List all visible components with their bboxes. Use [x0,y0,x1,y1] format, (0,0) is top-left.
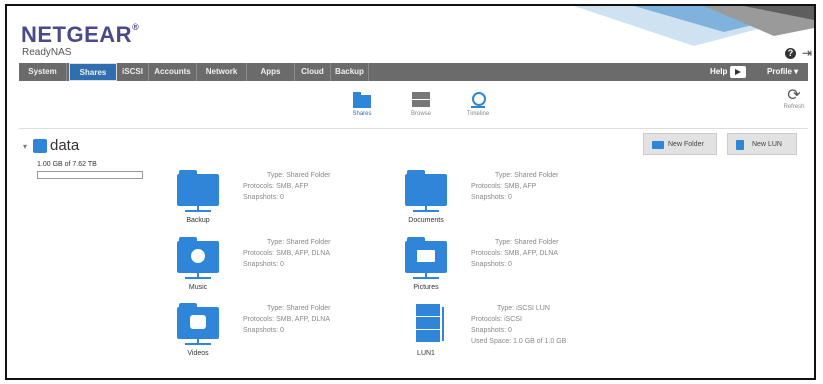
lun-icon [736,140,744,150]
profile-menu[interactable]: Profile ▾ [767,63,798,81]
subnav-label: Browse [410,111,431,117]
netgear-logo: NETGEAR® [21,22,140,47]
app-window: NETGEAR® ReadyNAS ? ⇥ System Shares iSCS… [5,4,816,380]
share-type: Type: Shared Folder [495,172,559,179]
share-type: Type: Shared Folder [267,239,331,246]
share-type: Type: iSCSI LUN [497,305,550,312]
share-name: Music [188,284,208,291]
new-folder-label: New Folder [668,141,704,148]
logout-icon[interactable]: ⇥ [802,46,812,60]
subnav-browse[interactable]: Browse [396,91,446,117]
tab-system[interactable]: System [19,63,67,81]
share-name: Backup [186,217,210,224]
share-snapshots: Snapshots: 0 [471,327,512,334]
share-name: LUN1 [417,350,435,357]
subnav-shares[interactable]: Shares [337,91,387,117]
refresh-icon: ⟳ [787,87,801,104]
divider [19,128,808,129]
share-name: Pictures [413,284,439,291]
tab-apps[interactable]: Apps [247,63,295,81]
tab-backup[interactable]: Backup [331,63,369,81]
header-swoosh-graphic [574,6,814,46]
share-type: Type: Shared Folder [495,239,559,246]
share-snapshots: Snapshots: 0 [243,327,284,334]
new-lun-label: New LUN [752,141,782,148]
share-snapshots: Snapshots: 0 [243,261,284,268]
folder-icon[interactable] [405,170,447,212]
main-nav: System Shares iSCSI Accounts Network App… [19,63,808,81]
refresh-label: Refresh [783,104,805,110]
music-folder-icon[interactable] [177,237,219,279]
subnav-label: Timeline [466,111,490,117]
share-protocols: Protocols: SMB, AFP, DLNA [243,316,331,323]
share-protocols: Protocols: SMB, AFP, DLNA [471,250,559,257]
share-meta: Type: iSCSI LUN Protocols: iSCSI Snapsho… [471,303,566,347]
tab-iscsi[interactable]: iSCSI [117,63,149,81]
share-snapshots: Snapshots: 0 [471,261,512,268]
share-meta: Type: Shared Folder Protocols: SMB, AFP,… [243,303,330,336]
help-link[interactable]: Help [710,63,727,81]
share-protocols: Protocols: iSCSI [471,316,522,323]
collapse-arrow-icon[interactable]: ▾ [23,142,27,151]
browse-icon [409,91,433,109]
share-type: Type: Shared Folder [267,305,331,312]
pictures-folder-icon[interactable] [405,237,447,279]
volume-capacity: 1.00 GB of 7.62 TB [37,161,97,168]
folder-icon [350,91,374,109]
share-meta: Type: Shared Folder Protocols: SMB, AFP … [471,170,558,203]
share-protocols: Protocols: SMB, AFP [243,183,309,190]
tab-cloud[interactable]: Cloud [295,63,331,81]
tab-network[interactable]: Network [197,63,247,81]
refresh-button[interactable]: ⟳ Refresh [774,87,814,111]
remote-desktop-icon[interactable] [730,66,746,78]
volume-name: data [50,137,80,154]
share-snapshots: Snapshots: 0 [243,194,284,201]
share-meta: Type: Shared Folder Protocols: SMB, AFP,… [471,237,558,270]
share-meta: Type: Shared Folder Protocols: SMB, AFP … [243,170,330,203]
folder-icon [652,141,664,149]
tab-shares[interactable]: Shares [69,63,117,81]
share-snapshots: Snapshots: 0 [471,194,512,201]
new-lun-button[interactable]: New LUN [727,133,797,155]
share-protocols: Protocols: SMB, AFP, DLNA [243,250,331,257]
videos-folder-icon[interactable] [177,303,219,345]
share-name: Documents [408,217,444,224]
new-folder-button[interactable]: New Folder [643,133,717,155]
volume-icon [33,139,47,153]
product-name: ReadyNAS [22,47,72,58]
clock-icon [466,91,490,109]
lun-icon[interactable] [405,303,447,345]
subnav-label: Shares [352,111,372,117]
volume-usage-bar [37,171,143,179]
subnav-timeline[interactable]: Timeline [453,91,503,117]
share-used-space: Used Space: 1.0 GB of 1.0 GB [471,338,567,345]
share-type: Type: Shared Folder [267,172,331,179]
tab-accounts[interactable]: Accounts [149,63,197,81]
share-name: Videos [187,350,209,357]
help-icon[interactable]: ? [785,48,796,59]
folder-icon[interactable] [177,170,219,212]
share-protocols: Protocols: SMB, AFP [471,183,537,190]
share-meta: Type: Shared Folder Protocols: SMB, AFP,… [243,237,330,270]
